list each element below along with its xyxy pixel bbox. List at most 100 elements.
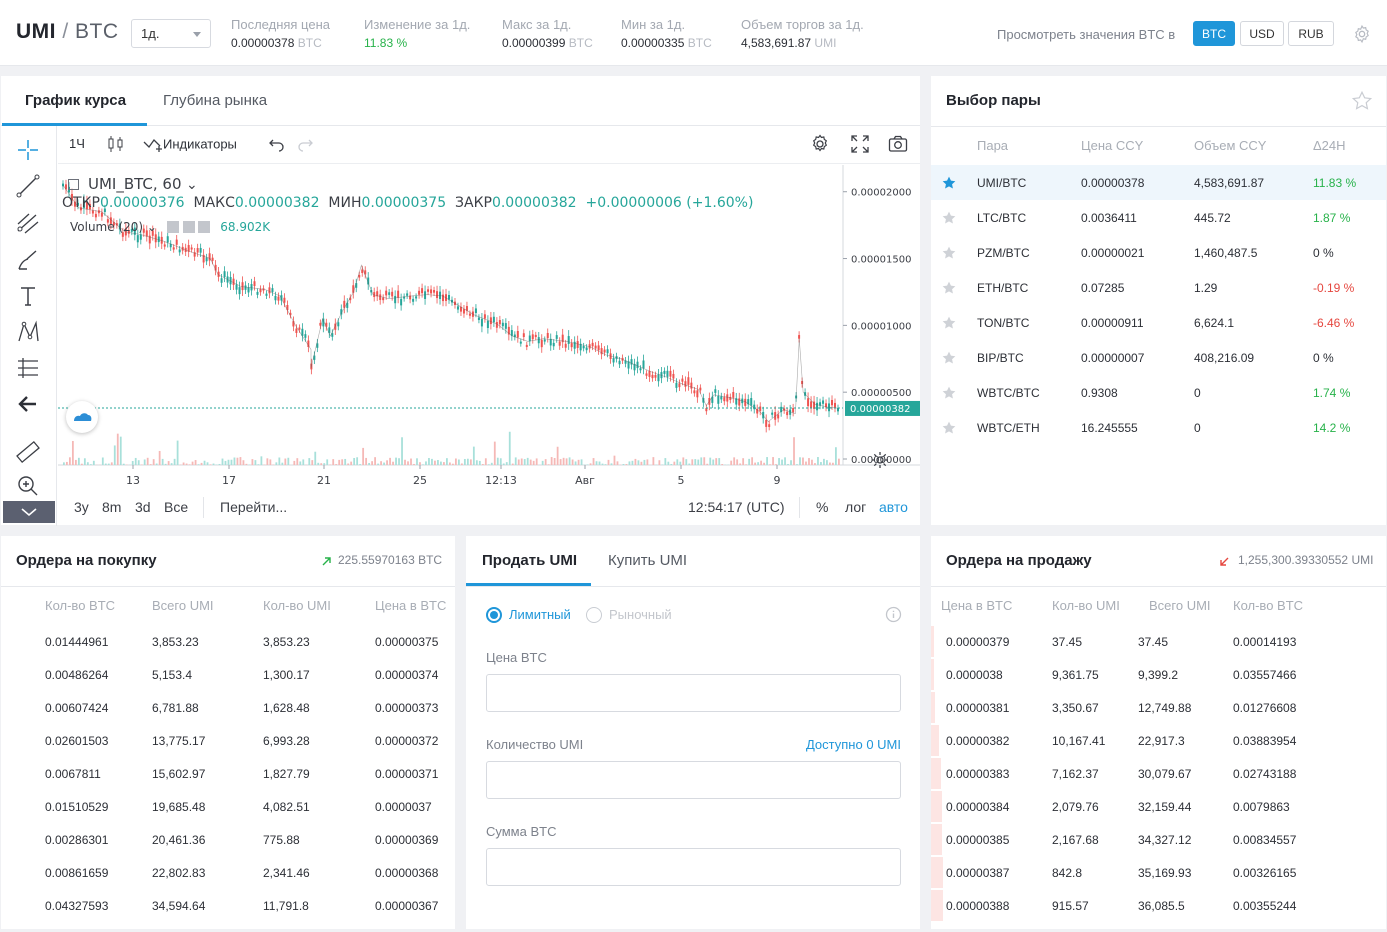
star-icon[interactable] [941, 350, 957, 366]
currency-usd-button[interactable]: USD [1240, 21, 1284, 46]
screenshot-button[interactable] [888, 134, 908, 157]
star-icon[interactable] [941, 245, 957, 261]
volume-bar [742, 458, 744, 465]
order-row[interactable]: 0.006074246,781.881,628.480.00000373 [1, 701, 455, 734]
star-outline-icon[interactable] [1351, 90, 1373, 112]
order-row[interactable]: 0.0432759334,594.6411,791.80.00000367 [1, 899, 455, 932]
order-row[interactable]: 0.006781115,602.971,827.790.00000371 [1, 767, 455, 800]
auto-scale-button[interactable]: авто [879, 499, 908, 515]
order-row[interactable]: 0.000003837,162.3730,079.670.02743188 [931, 767, 1386, 800]
pattern-tool[interactable] [13, 318, 43, 346]
order-row[interactable]: 0.00000389,361.759,399.20.03557466 [931, 668, 1386, 701]
order-row[interactable]: 0.0000037937.4537.450.00014193 [931, 635, 1386, 668]
interval-button[interactable]: 1Ч [69, 136, 85, 151]
ruler-tool[interactable] [13, 438, 43, 466]
volume-bar [443, 462, 445, 465]
order-row[interactable]: 0.004862645,153.41,300.170.00000374 [1, 668, 455, 701]
chevron-down-icon[interactable]: ⌄ [186, 177, 198, 193]
log-scale-button[interactable]: лог [845, 499, 866, 515]
market-radio[interactable] [586, 607, 602, 623]
price-chart[interactable]: 0.000020000.000015000.000010000.00000500… [58, 165, 920, 535]
order-row[interactable]: 0.00000388915.5736,085.50.00355244 [931, 899, 1386, 932]
chart-settings-button[interactable] [810, 134, 830, 157]
trend-line-tool[interactable] [13, 172, 43, 200]
pair-row[interactable]: ETH/BTC0.072851.29-0.19 % [931, 270, 1386, 305]
star-icon[interactable] [941, 210, 957, 226]
order-row[interactable]: 0.0000038210,167.4122,917.30.03883954 [931, 734, 1386, 767]
tab-buy[interactable]: Купить UMI [608, 552, 687, 569]
range-3y-button[interactable]: 3у [74, 499, 89, 515]
gear-icon[interactable] [1352, 24, 1372, 44]
text-tool[interactable] [13, 282, 43, 310]
currency-btc-button[interactable]: BTC [1193, 21, 1235, 46]
crosshair-tool[interactable] [13, 136, 43, 164]
tab-market-depth[interactable]: Глубина рынка [163, 92, 267, 109]
depth-bar [931, 725, 939, 756]
info-icon[interactable] [885, 606, 902, 623]
col-header-pair[interactable]: Пара [977, 138, 1008, 153]
back-tool[interactable] [13, 390, 43, 418]
col-header-volume[interactable]: Объем CCY [1194, 138, 1266, 153]
depth-bar [931, 890, 943, 921]
indicators-button[interactable]: Индикаторы [143, 134, 237, 154]
order-row[interactable]: 0.014449613,853.233,853.230.00000375 [1, 635, 455, 668]
eye-icon[interactable] [167, 221, 179, 233]
order-row[interactable]: 0.000003813,350.6712,749.880.01276608 [931, 701, 1386, 734]
pair-row[interactable]: TON/BTC0.000009116,624.1-6.46 % [931, 305, 1386, 340]
order-row[interactable]: 0.0086165922,802.832,341.460.00000368 [1, 866, 455, 899]
star-icon[interactable] [941, 280, 957, 296]
star-icon[interactable] [941, 315, 957, 331]
star-icon[interactable] [941, 420, 957, 436]
order-row[interactable]: 0.0151052919,685.484,082.510.0000037 [1, 800, 455, 833]
tab-price-chart[interactable]: График курса [25, 92, 126, 109]
star-filled-icon[interactable] [941, 175, 957, 191]
qty-input[interactable] [486, 761, 901, 799]
available-link[interactable]: Доступно 0 UMI [806, 737, 901, 752]
axis-settings-icon[interactable] [871, 451, 889, 469]
col-header-change[interactable]: Δ24H [1313, 138, 1346, 153]
drawing-toolbar [1, 126, 57, 526]
fullscreen-button[interactable] [850, 134, 870, 157]
order-row[interactable]: 0.0260150313,775.176,993.280.00000372 [1, 734, 455, 767]
prediction-tool[interactable] [13, 354, 43, 382]
pair-row[interactable]: WBTC/BTC0.930801.74 % [931, 375, 1386, 410]
pair-row[interactable]: LTC/BTC0.0036411445.721.87 % [931, 200, 1386, 235]
pair-row[interactable]: BIP/BTC0.00000007408,216.090 % [931, 340, 1386, 375]
order-row[interactable]: 0.00000387842.835,169.930.00326165 [931, 866, 1386, 899]
goto-button[interactable]: Перейти... [220, 499, 287, 515]
range-all-button[interactable]: Все [164, 499, 188, 515]
currency-rub-button[interactable]: RUB [1288, 21, 1334, 46]
chevron-down-icon[interactable]: ⌄ [147, 220, 157, 234]
order-row[interactable]: 0.0028630120,461.36775.880.00000369 [1, 833, 455, 866]
brush-tool[interactable] [13, 246, 43, 274]
sum-input[interactable] [486, 848, 901, 886]
range-8m-button[interactable]: 8m [102, 499, 121, 515]
limit-radio[interactable] [486, 607, 502, 623]
gear-icon[interactable] [183, 221, 195, 233]
percent-scale-button[interactable]: % [816, 499, 828, 515]
pair-row[interactable]: UMI/BTC0.000003784,583,691.8711.83 % [931, 165, 1386, 200]
candle-body [412, 299, 414, 302]
market-label[interactable]: Рыночный [609, 607, 672, 622]
pair-row[interactable]: PZM/BTC0.000000211,460,487.50 % [931, 235, 1386, 270]
candle-type-button[interactable] [106, 134, 126, 157]
close-icon[interactable] [198, 221, 210, 233]
zoom-tool[interactable] [13, 472, 43, 500]
candle-body [598, 345, 600, 350]
order-row[interactable]: 0.000003852,167.6834,327.120.00834557 [931, 833, 1386, 866]
limit-label[interactable]: Лимитный [509, 607, 571, 622]
tradingview-logo-icon[interactable] [66, 401, 98, 433]
collapse-tools-button[interactable] [3, 501, 55, 523]
redo-button[interactable] [295, 134, 315, 157]
tab-sell[interactable]: Продать UMI [482, 552, 577, 569]
fib-tool[interactable] [13, 209, 43, 237]
pair-row[interactable]: WBTC/ETH16.245555014.2 % [931, 410, 1386, 445]
undo-button[interactable] [267, 134, 287, 157]
star-icon[interactable] [941, 385, 957, 401]
order-row[interactable]: 0.000003842,079.7632,159.440.0079863 [931, 800, 1386, 833]
range-3d-button[interactable]: 3d [135, 499, 151, 515]
price-input[interactable] [486, 674, 901, 712]
period-select[interactable]: 1д. [131, 19, 211, 48]
collapse-legend-icon[interactable] [68, 179, 79, 190]
col-header-price[interactable]: Цена CCY [1081, 138, 1143, 153]
